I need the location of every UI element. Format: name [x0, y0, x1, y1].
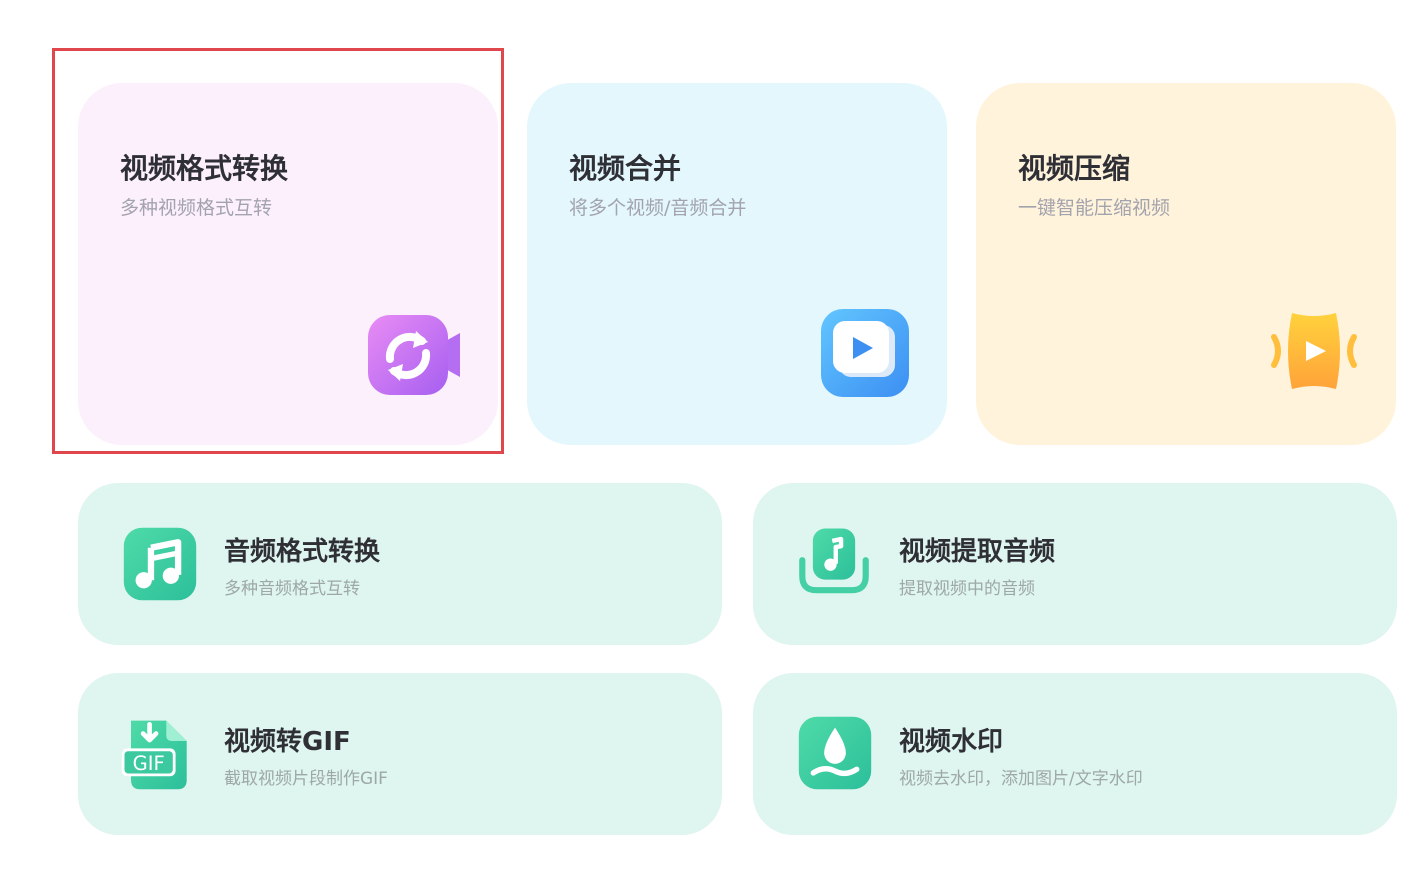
card-title: 音频格式转换	[224, 537, 381, 567]
card-title: 视频转GIF	[224, 727, 351, 757]
watermark-drop-icon	[798, 716, 872, 790]
watermark-card[interactable]: 视频水印 视频去水印，添加图片/文字水印	[753, 673, 1397, 835]
card-subtitle: 提取视频中的音频	[899, 579, 1035, 599]
card-subtitle: 一键智能压缩视频	[1018, 197, 1171, 219]
tools-page: 视频格式转换 多种视频格式互转 视频合并 将多个视频/音频合并 视频压缩 一键智…	[0, 0, 1424, 890]
video-compress-card[interactable]: 视频压缩 一键智能压缩视频	[976, 83, 1396, 445]
card-title: 视频压缩	[1018, 152, 1131, 185]
card-subtitle: 视频去水印，添加图片/文字水印	[899, 769, 1143, 789]
extract-audio-card[interactable]: 视频提取音频 提取视频中的音频	[753, 483, 1397, 645]
card-title: 视频格式转换	[120, 152, 289, 185]
card-subtitle: 多种视频格式互转	[120, 197, 273, 219]
gif-file-icon: GIF	[121, 720, 187, 790]
music-note-icon	[123, 527, 197, 601]
card-title: 视频水印	[899, 727, 1004, 757]
video-convert-icon	[368, 315, 460, 395]
audio-convert-card[interactable]: 音频格式转换 多种音频格式互转	[78, 483, 722, 645]
video-convert-card[interactable]: 视频格式转换 多种视频格式互转	[78, 83, 498, 445]
video-merge-card[interactable]: 视频合并 将多个视频/音频合并	[527, 83, 947, 445]
card-title: 视频提取音频	[899, 537, 1056, 567]
video-merge-icon	[821, 309, 909, 397]
extract-audio-icon	[799, 528, 869, 594]
video-compress-icon	[1271, 313, 1357, 389]
video-gif-card[interactable]: GIF 视频转GIF 截取视频片段制作GIF	[78, 673, 722, 835]
card-subtitle: 将多个视频/音频合并	[569, 197, 747, 219]
card-subtitle: 多种音频格式互转	[224, 579, 360, 599]
card-title: 视频合并	[569, 152, 682, 185]
card-subtitle: 截取视频片段制作GIF	[224, 769, 388, 789]
gif-icon-text: GIF	[133, 752, 165, 775]
